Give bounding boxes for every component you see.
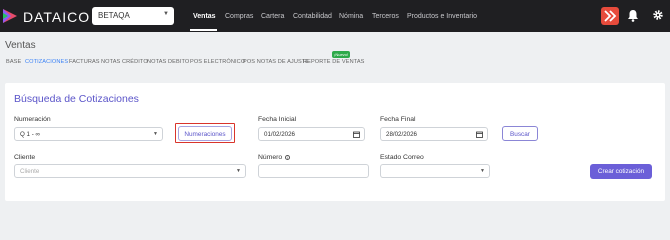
app-switch-button[interactable] bbox=[601, 7, 619, 25]
page-title: Ventas bbox=[5, 40, 36, 51]
tab-pos-notas-ajuste[interactable]: POS NOTAS DE AJUSTE bbox=[243, 59, 309, 65]
nav-terceros[interactable]: Terceros bbox=[372, 13, 399, 20]
info-icon[interactable]: i bbox=[285, 154, 291, 160]
highlight-annotation bbox=[175, 123, 235, 143]
card-title: Búsqueda de Cotizaciones bbox=[14, 93, 139, 105]
numeracion-label: Numeración bbox=[14, 116, 51, 123]
chevron-down-icon: ▼ bbox=[480, 168, 485, 174]
nav-productos-inventario[interactable]: Productos e Inventario bbox=[407, 13, 477, 20]
tab-pos-electronico[interactable]: POS ELECTRÓNICO bbox=[190, 59, 245, 65]
buscar-button[interactable]: Buscar bbox=[502, 126, 538, 141]
fecha-final-input[interactable]: 28/02/2026 bbox=[380, 127, 488, 141]
fecha-inicial-value: 01/02/2026 bbox=[264, 131, 295, 138]
cliente-select[interactable]: Cliente ▼ bbox=[14, 164, 246, 178]
company-select[interactable]: BETAQA ▼ bbox=[92, 7, 174, 25]
gear-icon[interactable] bbox=[652, 9, 664, 21]
nav-ventas[interactable]: Ventas bbox=[193, 13, 216, 20]
numero-label-text: Número bbox=[258, 154, 283, 161]
chevron-down-icon: ▼ bbox=[153, 131, 158, 137]
numero-input[interactable] bbox=[258, 164, 369, 178]
new-badge: ¡Nuevo! bbox=[332, 51, 351, 58]
calendar-icon[interactable] bbox=[476, 131, 483, 138]
dataico-logo-icon[interactable] bbox=[2, 8, 18, 24]
tab-facturas[interactable]: FACTURAS bbox=[69, 59, 100, 65]
estado-correo-select[interactable]: ▼ bbox=[380, 164, 490, 178]
numero-label: Número i bbox=[258, 154, 291, 161]
calendar-icon[interactable] bbox=[353, 131, 360, 138]
numeracion-select-value: Q 1 - ∞ bbox=[20, 131, 40, 138]
nav-contabilidad[interactable]: Contabilidad bbox=[293, 13, 332, 20]
tab-notas-debito[interactable]: NOTAS DEBITO bbox=[147, 59, 189, 65]
bell-icon[interactable] bbox=[627, 9, 639, 22]
nav-active-underline bbox=[190, 29, 217, 31]
cliente-label: Cliente bbox=[14, 154, 36, 161]
crear-cotizacion-button[interactable]: Crear cotización bbox=[590, 164, 652, 179]
brand-name: DATAICO bbox=[23, 9, 91, 25]
fecha-inicial-label: Fecha Inicial bbox=[258, 116, 297, 123]
cliente-placeholder: Cliente bbox=[20, 168, 40, 175]
company-select-value: BETAQA bbox=[98, 11, 130, 20]
numeracion-select[interactable]: Q 1 - ∞ ▼ bbox=[14, 127, 163, 141]
tab-base[interactable]: BASE bbox=[6, 59, 21, 65]
tab-cotizaciones[interactable]: COTIZACIONES bbox=[25, 59, 68, 65]
nav-cartera[interactable]: Cartera bbox=[261, 13, 284, 20]
chevron-down-icon: ▼ bbox=[236, 168, 241, 174]
chevron-down-icon: ▼ bbox=[163, 11, 169, 17]
tab-reporte-ventas[interactable]: REPORTE DE VENTAS bbox=[303, 59, 364, 65]
fecha-inicial-input[interactable]: 01/02/2026 bbox=[258, 127, 365, 141]
nav-compras[interactable]: Compras bbox=[225, 13, 253, 20]
tab-notas-credito[interactable]: NOTAS CRÉDITO bbox=[101, 59, 148, 65]
top-navigation-bar: DATAICO BETAQA ▼ Ventas Compras Cartera … bbox=[0, 0, 670, 32]
double-chevron-right-icon bbox=[604, 10, 617, 22]
fecha-final-value: 28/02/2026 bbox=[386, 131, 417, 138]
nav-nomina[interactable]: Nómina bbox=[339, 13, 363, 20]
estado-correo-label: Estado Correo bbox=[380, 154, 424, 161]
fecha-final-label: Fecha Final bbox=[380, 116, 416, 123]
